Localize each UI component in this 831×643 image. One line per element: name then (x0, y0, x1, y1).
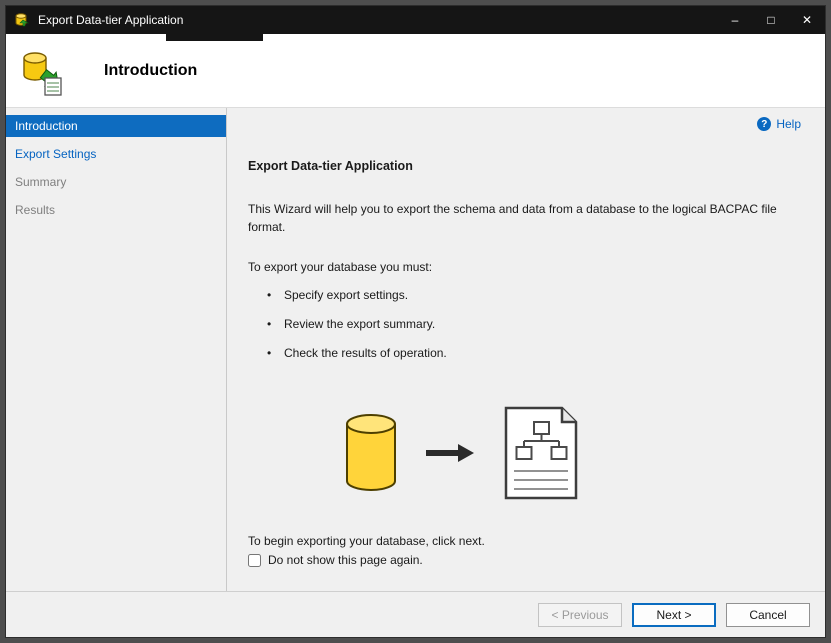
sidebar-item-introduction[interactable]: Introduction (6, 115, 226, 137)
cancel-button[interactable]: Cancel (726, 602, 810, 627)
database-export-icon (18, 49, 66, 97)
export-illustration (344, 405, 580, 504)
titlebar-artifact-strip (166, 34, 263, 41)
wizard-header: Introduction (6, 34, 825, 108)
titlebar: Export Data-tier Application – □ ✕ (6, 6, 825, 41)
list-item: Review the export summary. (267, 317, 801, 332)
close-button[interactable]: ✕ (789, 6, 825, 34)
begin-text: To begin exporting your database, click … (248, 534, 485, 548)
wizard-footer: < Previous Next > Cancel (6, 591, 825, 637)
next-button[interactable]: Next > (632, 602, 716, 627)
requirements-label: To export your database you must: (248, 260, 433, 274)
app-database-export-icon (14, 12, 30, 28)
do-not-show-label: Do not show this page again. (268, 553, 423, 567)
requirements-list: Specify export settings. Review the expo… (248, 288, 801, 361)
maximize-button[interactable]: □ (753, 6, 789, 34)
bacpac-document-icon (502, 405, 580, 504)
list-item: Specify export settings. (267, 288, 801, 303)
previous-button[interactable]: < Previous (538, 602, 622, 627)
section-heading: Export Data-tier Application (248, 159, 413, 173)
wizard-steps-sidebar: Introduction Export Settings Summary Res… (6, 108, 227, 591)
intro-text: This Wizard will help you to export the … (248, 202, 777, 234)
help-link[interactable]: ? Help (248, 116, 801, 132)
page-title: Introduction (104, 61, 198, 79)
sidebar-item-export-settings[interactable]: Export Settings (6, 143, 226, 165)
minimize-button[interactable]: – (717, 6, 753, 34)
database-cylinder-icon (344, 414, 398, 495)
sidebar-item-summary[interactable]: Summary (6, 171, 226, 193)
right-arrow-icon (426, 444, 474, 465)
help-label[interactable]: Help (776, 117, 801, 131)
wizard-content: Introduction Export Settings Summary Res… (6, 108, 825, 591)
do-not-show-row: Do not show this page again. (248, 553, 801, 567)
list-item: Check the results of operation. (267, 346, 801, 361)
wizard-window: Export Data-tier Application – □ ✕ Intro… (5, 5, 826, 638)
do-not-show-checkbox[interactable] (248, 553, 261, 567)
sidebar-item-results[interactable]: Results (6, 199, 226, 221)
window-title: Export Data-tier Application (38, 13, 184, 27)
help-icon[interactable]: ? (757, 117, 772, 131)
introduction-pane: ? Help Export Data-tier Application This… (227, 108, 825, 591)
window-controls: – □ ✕ (717, 6, 825, 34)
